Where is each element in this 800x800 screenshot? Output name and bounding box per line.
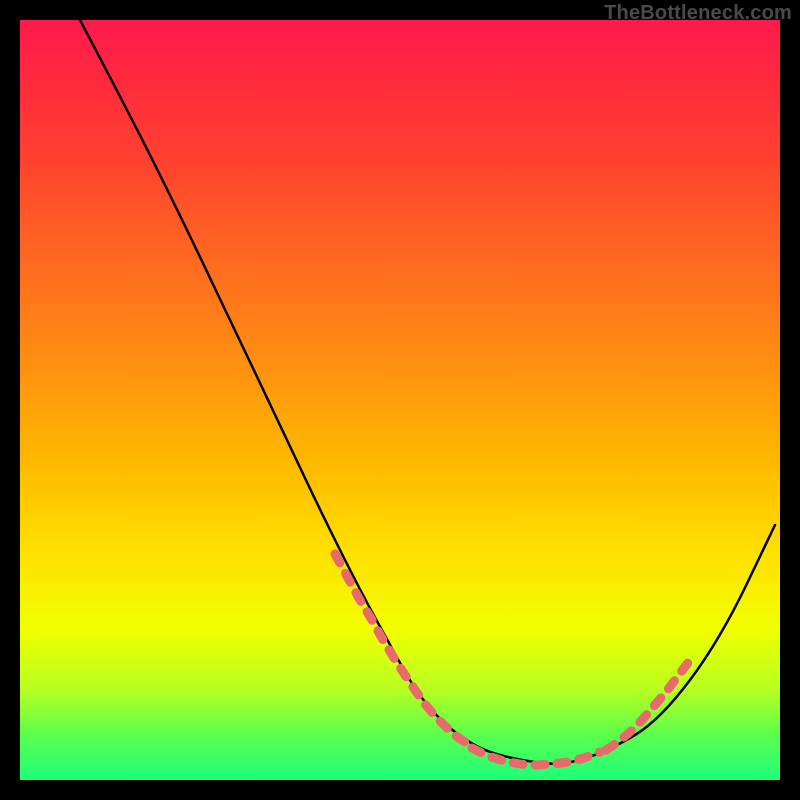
watermark-text: TheBottleneck.com bbox=[604, 2, 792, 25]
chart-background-gradient bbox=[20, 20, 780, 780]
chart-frame bbox=[20, 20, 780, 780]
